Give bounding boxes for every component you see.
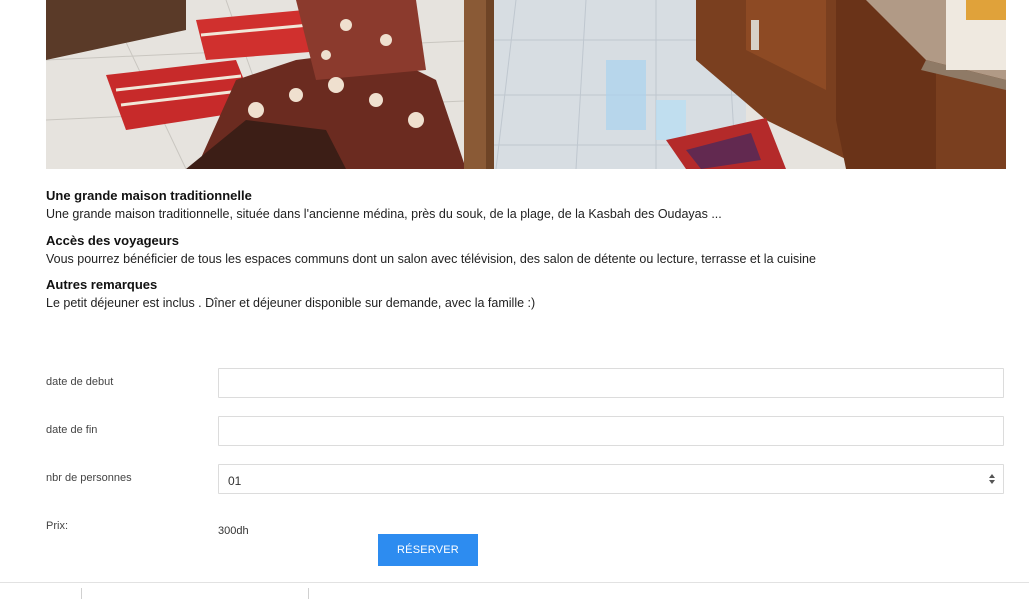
start-date-input[interactable] xyxy=(218,368,1004,398)
section-text-description: Une grande maison traditionnelle, située… xyxy=(46,207,722,221)
end-date-label: date de fin xyxy=(46,424,98,436)
persons-label: nbr de personnes xyxy=(46,472,132,484)
persons-select-value: 01 xyxy=(228,474,242,488)
start-date-label: date de debut xyxy=(46,376,114,388)
reserve-button[interactable]: RÉSERVER xyxy=(378,534,478,566)
footer-separator xyxy=(308,588,309,599)
price-value: 300dh xyxy=(218,525,249,537)
section-text-remarks: Le petit déjeuner est inclus . Dîner et … xyxy=(46,296,536,310)
footer-separator xyxy=(81,588,82,599)
section-text-access: Vous pourrez bénéficier de tous les espa… xyxy=(46,252,816,266)
price-label: Prix: xyxy=(46,520,68,532)
section-title-remarks: Autres remarques xyxy=(46,277,158,292)
interior-photo-image xyxy=(46,0,1006,169)
footer-divider xyxy=(0,582,1029,583)
listing-photo xyxy=(46,0,1006,169)
select-updown-icon xyxy=(989,474,995,484)
persons-select[interactable]: 01 xyxy=(218,464,1004,494)
section-title-description: Une grande maison traditionnelle xyxy=(46,188,252,203)
section-title-access: Accès des voyageurs xyxy=(46,233,179,248)
end-date-input[interactable] xyxy=(218,416,1004,446)
